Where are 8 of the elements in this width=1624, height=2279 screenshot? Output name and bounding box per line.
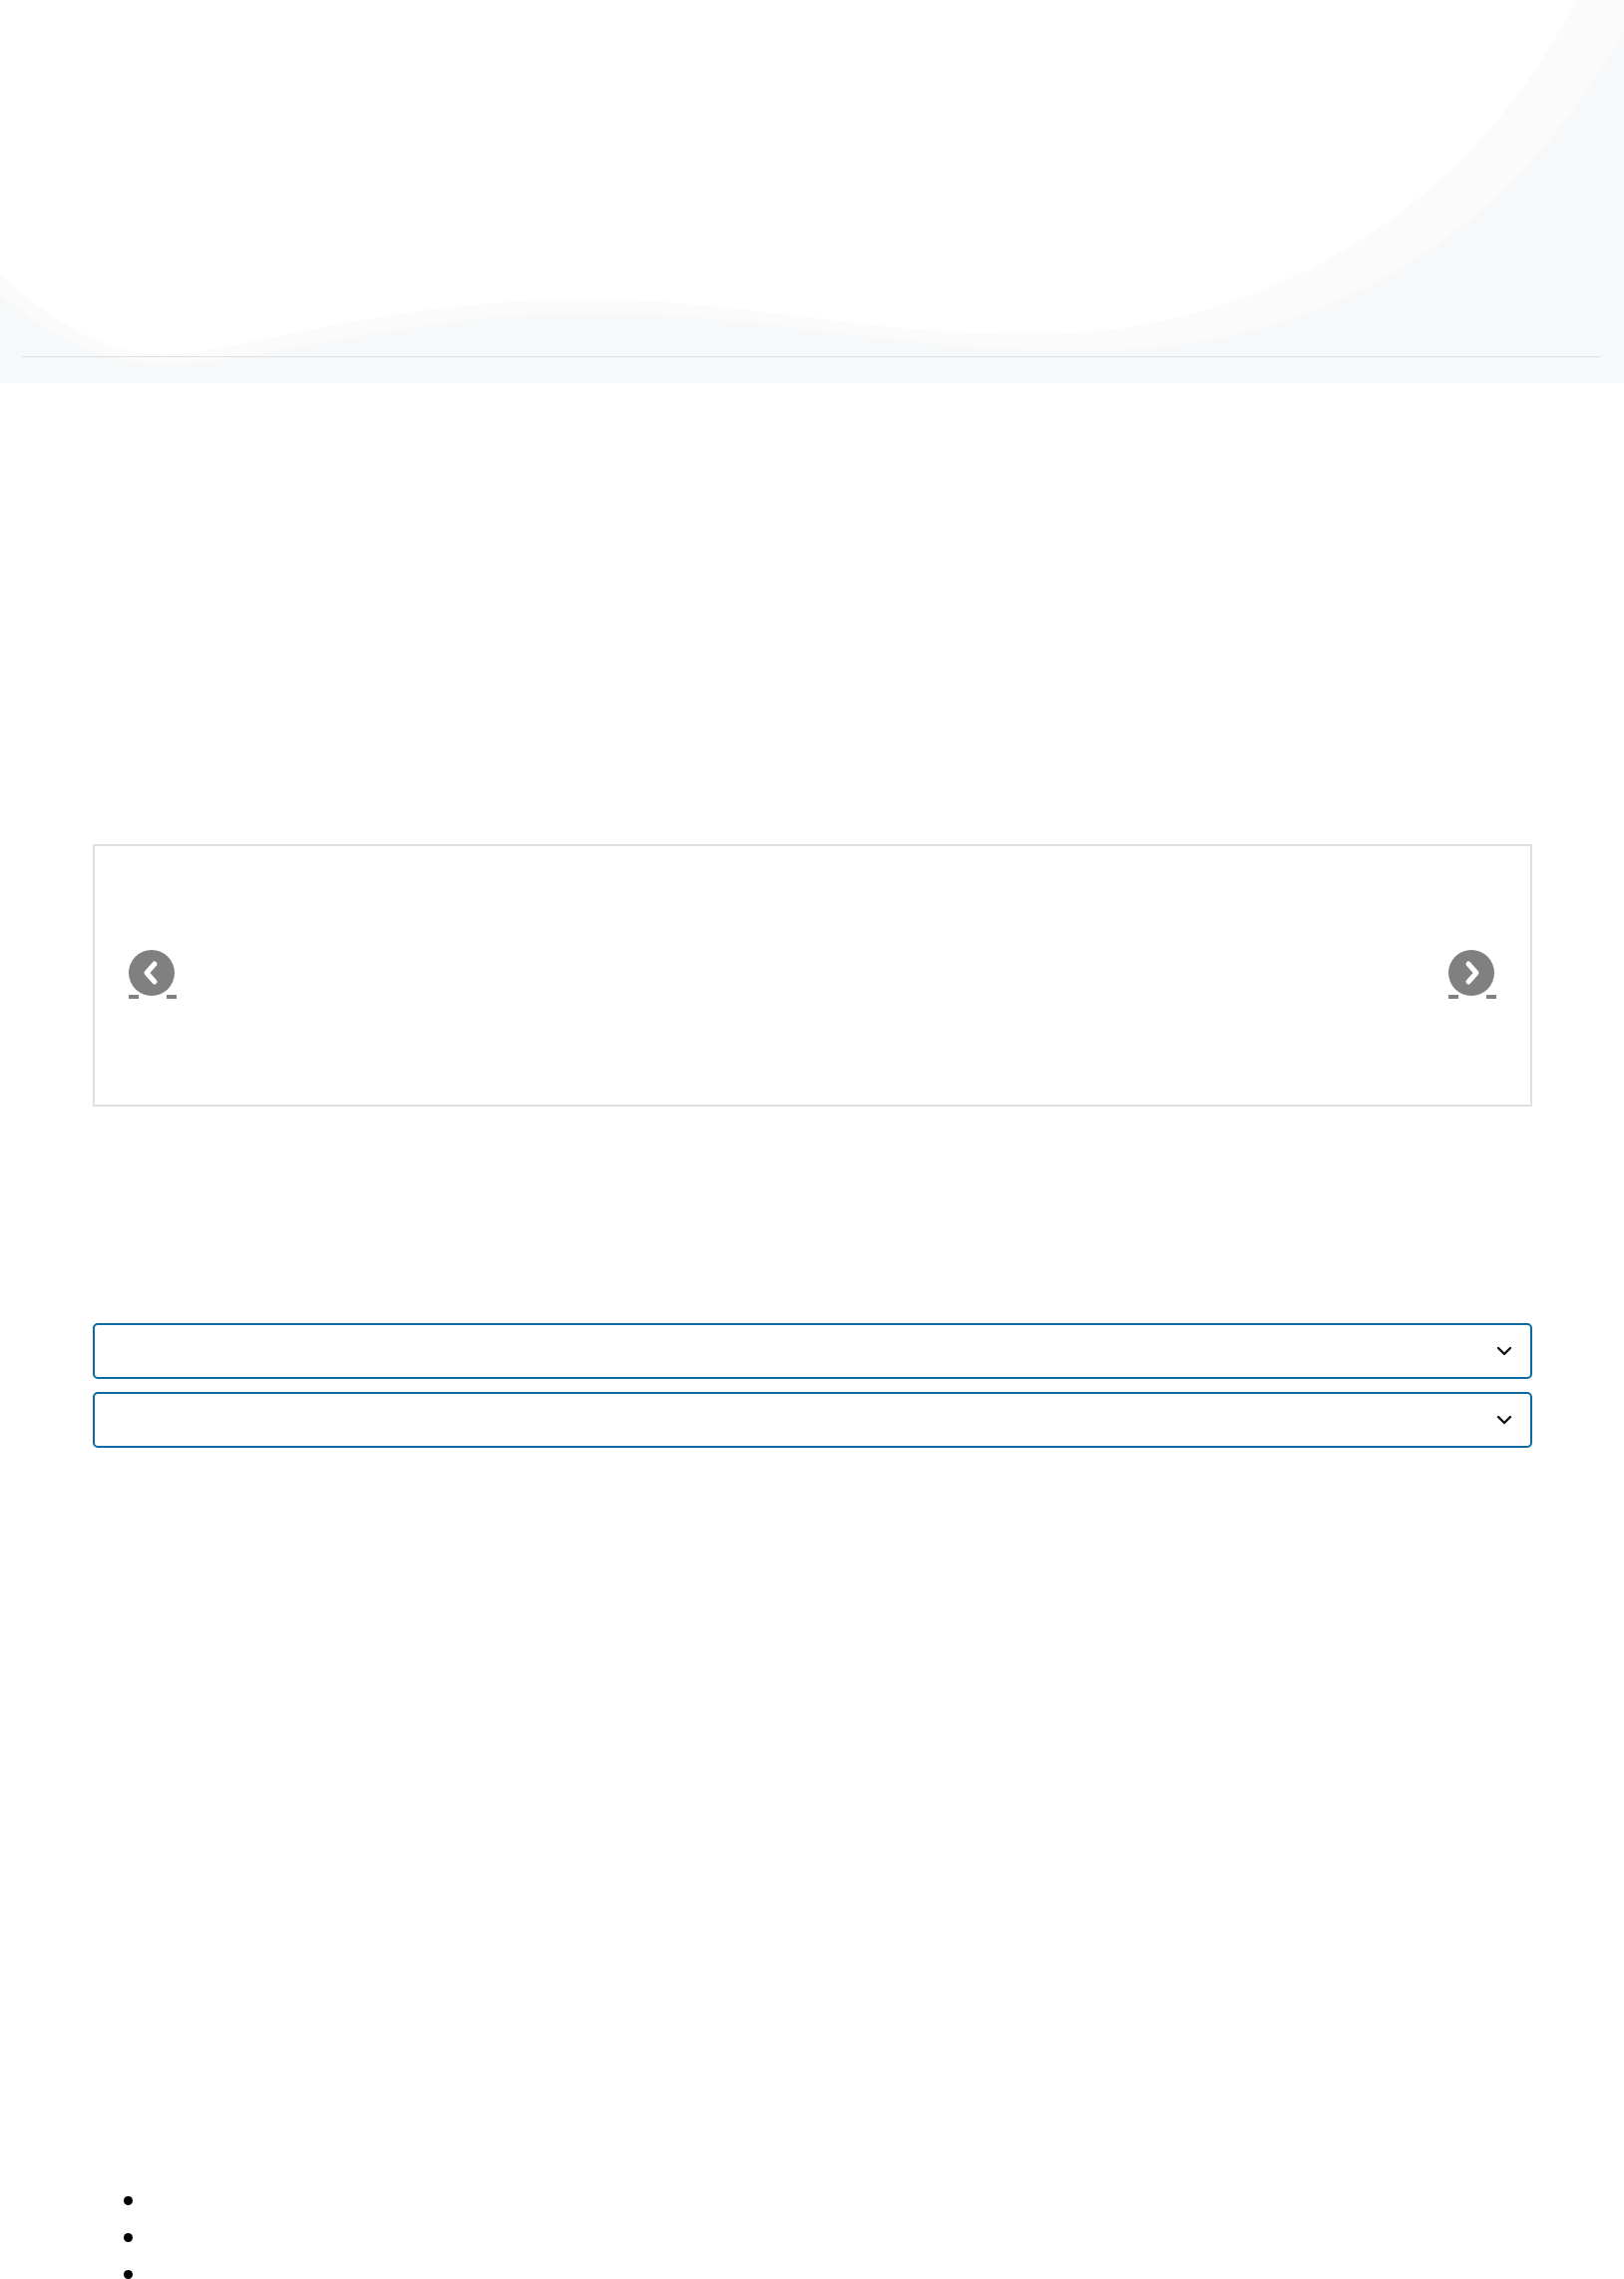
chevron-right-icon — [1447, 948, 1497, 999]
chevron-down-icon — [1496, 1345, 1512, 1357]
chevron-down-icon — [1496, 1414, 1512, 1426]
previous-button[interactable] — [128, 948, 178, 999]
select-field[interactable] — [93, 1323, 1532, 1379]
select-field[interactable] — [93, 1392, 1532, 1448]
next-button[interactable] — [1447, 948, 1497, 999]
chevron-left-icon — [128, 948, 178, 999]
